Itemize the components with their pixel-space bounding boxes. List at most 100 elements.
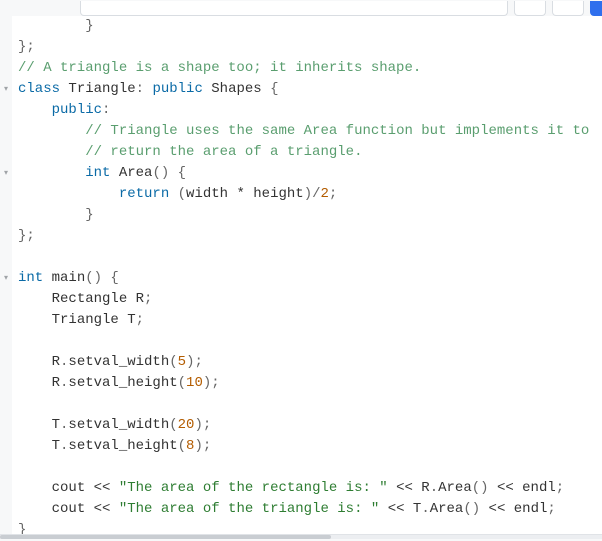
token-num: 5 — [178, 354, 186, 370]
token-op: << — [94, 480, 119, 496]
token-kw: int — [18, 270, 52, 286]
token-num: 10 — [186, 375, 203, 391]
indent — [18, 207, 85, 223]
fold-toggle-icon[interactable]: ▾ — [2, 163, 10, 184]
token-id: Rectangle R — [52, 291, 144, 307]
token-id: cout — [52, 501, 94, 517]
indent — [18, 186, 119, 202]
indent — [18, 480, 52, 496]
token-id: Area — [430, 501, 464, 517]
code-line[interactable]: int Area() { — [12, 163, 602, 184]
indent — [18, 354, 52, 370]
token-punct: }; — [18, 39, 35, 55]
code-line[interactable]: cout << "The area of the rectangle is: "… — [12, 478, 602, 499]
code-line[interactable]: // return the area of a triangle. — [12, 142, 602, 163]
toolbar-button-1[interactable] — [514, 1, 546, 16]
code-line[interactable] — [12, 394, 602, 415]
token-op: << — [497, 480, 522, 496]
token-punct: ( — [169, 417, 177, 433]
token-cmnt: // A triangle is a shape too; it inherit… — [18, 60, 421, 76]
token-kw: public — [152, 81, 211, 97]
token-op: << — [379, 501, 413, 517]
token-punct: : — [136, 81, 153, 97]
code-line[interactable]: T.setval_width(20); — [12, 415, 602, 436]
token-op: << — [489, 501, 514, 517]
toolbar-button-primary[interactable] — [590, 1, 602, 16]
code-line[interactable]: }; — [12, 226, 602, 247]
code-line[interactable]: R.setval_width(5); — [12, 352, 602, 373]
code-line[interactable]: return (width * height)/2; — [12, 184, 602, 205]
indent — [18, 501, 52, 517]
token-id: R — [52, 375, 60, 391]
token-punct: ( — [169, 354, 177, 370]
fold-toggle-icon[interactable]: ▾ — [2, 268, 10, 289]
token-punct: () — [472, 480, 497, 496]
indent — [18, 333, 52, 349]
token-punct: () { — [85, 270, 119, 286]
indent — [18, 144, 85, 160]
token-id: height — [253, 186, 303, 202]
toolbar-button-2[interactable] — [552, 1, 584, 16]
scrollbar-thumb[interactable] — [0, 535, 331, 539]
token-str: "The area of the rectangle is: " — [119, 480, 388, 496]
indent — [18, 396, 52, 412]
code-line[interactable]: Rectangle R; — [12, 289, 602, 310]
token-id: R — [52, 354, 60, 370]
indent — [18, 417, 52, 433]
token-id: cout — [52, 480, 94, 496]
token-kw: int — [85, 165, 119, 181]
token-punct: )/ — [304, 186, 321, 202]
token-punct: ); — [194, 417, 211, 433]
code-line[interactable]: Triangle T; — [12, 310, 602, 331]
token-punct: ( — [178, 438, 186, 454]
code-line[interactable]: } — [12, 205, 602, 226]
code-line[interactable]: R.setval_height(10); — [12, 373, 602, 394]
code-line[interactable] — [12, 247, 602, 268]
code-line[interactable] — [12, 457, 602, 478]
token-id: main — [52, 270, 86, 286]
token-id: Triangle T — [52, 312, 136, 328]
code-editor[interactable]: ▾ ▾ ▾ }}; // A triangle is a shape too; it … — [0, 16, 602, 535]
fold-toggle-icon[interactable]: ▾ — [2, 79, 10, 100]
code-line[interactable]: class Triangle: public Shapes { — [12, 79, 602, 100]
token-punct: } — [85, 18, 93, 34]
token-punct: ); — [186, 354, 203, 370]
token-punct: ); — [194, 438, 211, 454]
token-punct: ( — [178, 186, 186, 202]
indent — [18, 102, 52, 118]
token-punct: () { — [152, 165, 186, 181]
token-kw: public — [52, 102, 102, 118]
token-punct: ; — [547, 501, 555, 517]
token-punct: . — [430, 480, 438, 496]
code-line[interactable]: T.setval_height(8); — [12, 436, 602, 457]
token-punct: ; — [144, 291, 152, 307]
token-op: * — [236, 186, 253, 202]
code-line[interactable]: cout << "The area of the triangle is: " … — [12, 499, 602, 520]
search-input[interactable] — [80, 1, 508, 16]
token-num: 20 — [178, 417, 195, 433]
token-id: endl — [514, 501, 548, 517]
indent — [18, 312, 52, 328]
code-line[interactable]: }; — [12, 37, 602, 58]
token-punct: ; — [136, 312, 144, 328]
token-punct: . — [421, 501, 429, 517]
indent — [18, 375, 52, 391]
token-id: width — [186, 186, 236, 202]
token-punct: { — [270, 81, 278, 97]
token-cmnt: // Triangle uses the same Area function … — [85, 123, 589, 139]
code-line[interactable]: int main() { — [12, 268, 602, 289]
token-kw: class — [18, 81, 68, 97]
token-punct: ; — [556, 480, 564, 496]
code-line[interactable]: } — [12, 16, 602, 37]
horizontal-scrollbar[interactable] — [0, 534, 602, 539]
code-area[interactable]: }}; // A triangle is a shape too; it inhe… — [12, 16, 602, 535]
token-punct: () — [463, 501, 488, 517]
code-line[interactable] — [12, 331, 602, 352]
code-line[interactable]: // A triangle is a shape too; it inherit… — [12, 58, 602, 79]
token-op: << — [388, 480, 422, 496]
code-line[interactable]: public: — [12, 100, 602, 121]
code-line[interactable]: // Triangle uses the same Area function … — [12, 121, 602, 142]
indent — [18, 438, 52, 454]
token-str: "The area of the triangle is: " — [119, 501, 379, 517]
token-punct: : — [102, 102, 110, 118]
